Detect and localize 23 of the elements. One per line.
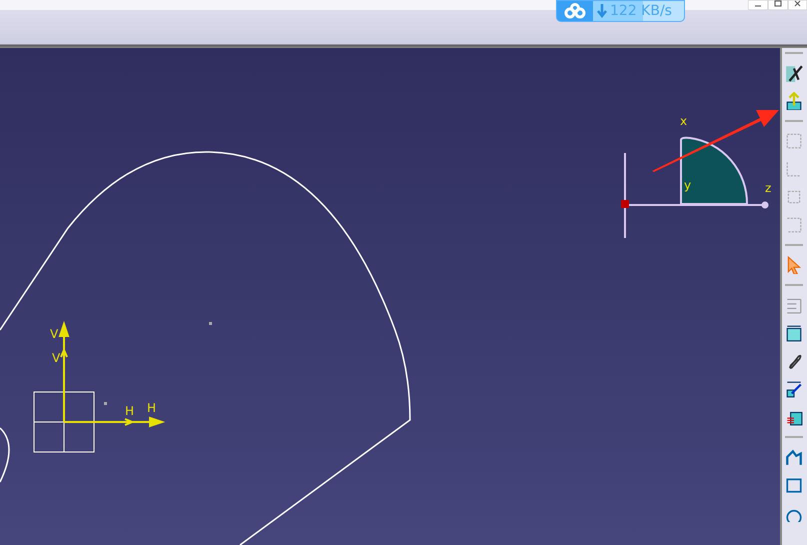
- origin-grid: [34, 392, 94, 452]
- download-speed: 122 KB/s: [610, 3, 672, 19]
- constraint-tool-icon[interactable]: [784, 64, 802, 82]
- axis-label: H: [147, 401, 156, 415]
- sketch-point: [104, 402, 107, 405]
- cloud-rings-icon: [562, 3, 588, 19]
- rectangle-icon[interactable]: [784, 476, 802, 494]
- compass-label: z: [765, 181, 772, 195]
- sketch-point: [209, 322, 212, 325]
- dimension-edit-icon[interactable]: [784, 380, 802, 398]
- maximize-icon[interactable]: [768, 0, 788, 10]
- axis-label: H: [125, 404, 134, 418]
- close-icon[interactable]: [788, 0, 807, 10]
- axis-label: V: [52, 351, 60, 365]
- download-arrow-icon: [597, 4, 607, 18]
- exit-sketch-icon[interactable]: [784, 92, 802, 110]
- dimension-box-icon[interactable]: [784, 324, 802, 342]
- minimize-icon[interactable]: [748, 0, 768, 10]
- spline-icon[interactable]: [784, 448, 802, 466]
- compass-label: y: [684, 178, 692, 192]
- sketch-arc: [0, 428, 10, 482]
- axis-label: V: [50, 327, 58, 341]
- compass-label: x: [680, 114, 688, 128]
